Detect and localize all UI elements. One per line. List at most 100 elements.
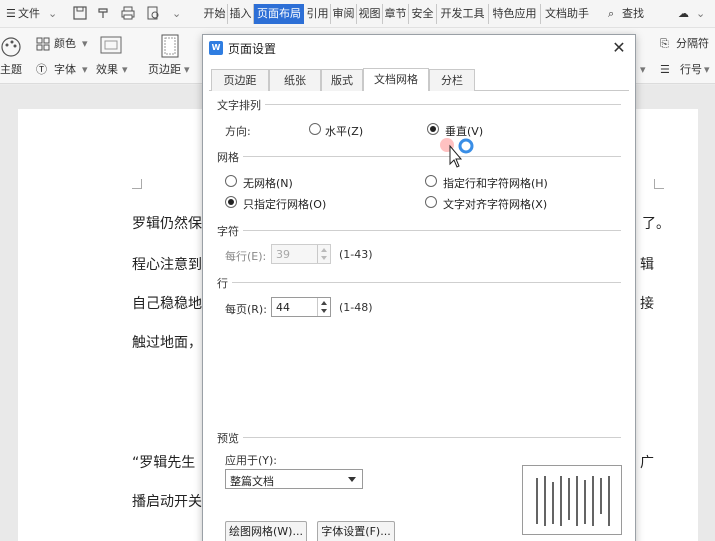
document-line[interactable]: 自己稳稳地 (132, 293, 202, 313)
tab-columns[interactable]: 分栏 (429, 69, 475, 91)
lines-section-label: 行 (217, 275, 232, 291)
tab-review[interactable]: 审阅 (331, 4, 357, 24)
margin-label[interactable]: 页边距 (148, 62, 181, 78)
wps-app-icon: W (209, 41, 223, 55)
document-line[interactable]: 罗辑仍然保 (132, 213, 202, 233)
theme-label[interactable]: 主题 (0, 62, 22, 78)
preview-vertical-lines (536, 476, 610, 526)
margin-corner-mark (654, 179, 664, 189)
radio-horizontal-label[interactable]: 水平(Z) (325, 123, 363, 139)
line-number-label[interactable]: 行号 (680, 62, 702, 78)
grid-section-label: 网格 (217, 149, 243, 165)
tab-security[interactable]: 安全 (409, 4, 437, 24)
section-divider (217, 282, 621, 283)
search-label[interactable]: 查找 (622, 5, 644, 23)
chevron-down-icon[interactable]: ▾ (82, 36, 88, 52)
chevron-down-icon[interactable]: ⌄ (48, 5, 57, 23)
radio-line-grid-only-label[interactable]: 只指定行网格(O) (243, 196, 326, 212)
tab-margins[interactable]: 页边距 (211, 69, 269, 91)
document-line-fragment[interactable]: 了。 (642, 213, 670, 233)
tab-references[interactable]: 引用 (305, 4, 331, 24)
chevron-down-icon[interactable]: ▾ (704, 62, 710, 78)
characters-section-label: 字符 (217, 223, 243, 239)
document-line-fragment[interactable]: 广 (640, 452, 654, 472)
radio-horizontal[interactable] (309, 123, 321, 135)
dialog-tabs: 页边距 纸张 版式 文档网格 分栏 (209, 67, 629, 91)
save-icon[interactable] (72, 5, 88, 21)
document-line[interactable]: 程心注意到 (132, 254, 202, 274)
more-icon[interactable]: ⌄ (172, 5, 181, 23)
document-line[interactable]: 播启动开关 (132, 491, 202, 511)
apply-to-select[interactable]: 整篇文档 (225, 469, 363, 489)
close-icon[interactable]: ✕ (609, 38, 629, 58)
chevron-down-icon[interactable]: ▾ (184, 62, 190, 78)
text-direction-section-label: 文字排列 (217, 97, 265, 113)
tab-special-apps[interactable]: 特色应用 (489, 4, 541, 24)
cloud-icon[interactable]: ☁ (678, 5, 689, 23)
theme-icon[interactable] (0, 36, 22, 58)
drawing-grid-button[interactable]: 绘图网格(W)... (225, 521, 307, 541)
print-preview-icon[interactable] (145, 5, 161, 21)
dialog-titlebar[interactable]: W 页面设置 ✕ (203, 35, 635, 61)
font-theme-icon[interactable]: Ⓣ (36, 62, 47, 78)
chars-per-line-label: 每行(E): (225, 250, 267, 263)
separator-label[interactable]: 分隔符 (676, 36, 709, 52)
tab-doc-assistant[interactable]: 文档助手 (541, 4, 593, 24)
direction-label: 方向: (225, 125, 251, 138)
margin-icon[interactable] (160, 34, 180, 58)
apply-to-value[interactable]: 整篇文档 (230, 473, 274, 489)
document-line[interactable]: “罗辑先生 (132, 452, 195, 472)
chevron-down-icon[interactable] (348, 477, 356, 482)
effect-icon[interactable] (100, 36, 122, 54)
tab-view[interactable]: 视图 (357, 4, 383, 24)
margin-corner-mark (132, 179, 142, 189)
lines-per-page-stepper[interactable]: 44 (271, 297, 331, 317)
tab-insert[interactable]: 插入 (228, 4, 254, 24)
chevron-down-icon[interactable]: ⌄ (696, 5, 705, 23)
radio-no-grid-label[interactable]: 无网格(N) (243, 175, 293, 191)
tab-document-grid[interactable]: 文档网格 (363, 68, 429, 91)
effect-label[interactable]: 效果 (96, 62, 118, 78)
tab-layout[interactable]: 版式 (321, 69, 363, 91)
preview-section-label: 预览 (217, 430, 243, 446)
tab-section[interactable]: 章节 (383, 4, 409, 24)
section-divider (217, 104, 621, 105)
document-line-fragment[interactable]: 接 (640, 293, 654, 313)
file-menu[interactable]: 文件 (18, 5, 40, 23)
radio-line-and-char-grid-label[interactable]: 指定行和字符网格(H) (443, 175, 548, 191)
chevron-down-icon[interactable]: ▾ (640, 62, 646, 78)
color-icon[interactable] (36, 37, 50, 51)
print-icon[interactable] (120, 5, 136, 21)
section-divider (217, 156, 621, 157)
dialog-title: 页面设置 (228, 42, 277, 56)
line-number-icon[interactable]: ☰ (660, 62, 670, 78)
apply-to-label: 应用于(Y): (225, 454, 278, 467)
tab-home[interactable]: 开始 (202, 4, 228, 24)
font-settings-button[interactable]: 字体设置(F)... (317, 521, 395, 541)
format-painter-icon[interactable] (96, 5, 112, 21)
radio-vertical-label[interactable]: 垂直(V) (445, 123, 483, 139)
lines-per-page-range: (1-48) (339, 301, 373, 314)
radio-line-grid-only[interactable] (225, 196, 237, 208)
radio-no-grid[interactable] (225, 175, 237, 187)
document-line[interactable]: 触过地面， (132, 332, 202, 352)
chars-per-line-stepper: 39 (271, 244, 331, 264)
radio-snap-to-char-grid-label[interactable]: 文字对齐字符网格(X) (443, 196, 547, 212)
separator-icon[interactable]: ⎘ (660, 36, 669, 52)
radio-vertical[interactable] (427, 123, 439, 135)
radio-snap-to-char-grid[interactable] (425, 196, 437, 208)
tab-page-layout[interactable]: 页面布局 (254, 4, 304, 24)
font-label[interactable]: 字体 (54, 62, 76, 78)
page-setup-dialog: W 页面设置 ✕ 页边距 纸张 版式 文档网格 分栏 文字排列 方向: 水平(Z… (202, 34, 636, 541)
lines-per-page-value[interactable]: 44 (276, 301, 290, 314)
document-line-fragment[interactable]: 辑 (640, 254, 654, 274)
stepper-arrows[interactable] (317, 298, 330, 316)
search-icon[interactable]: ⌕ (608, 5, 614, 23)
color-label[interactable]: 颜色 (54, 36, 76, 52)
hamburger-menu-icon[interactable]: ☰ (6, 5, 16, 23)
tab-paper[interactable]: 纸张 (269, 69, 321, 91)
radio-line-and-char-grid[interactable] (425, 175, 437, 187)
chevron-down-icon[interactable]: ▾ (82, 62, 88, 78)
chevron-down-icon[interactable]: ▾ (122, 62, 128, 78)
tab-developer[interactable]: 开发工具 (437, 4, 489, 24)
